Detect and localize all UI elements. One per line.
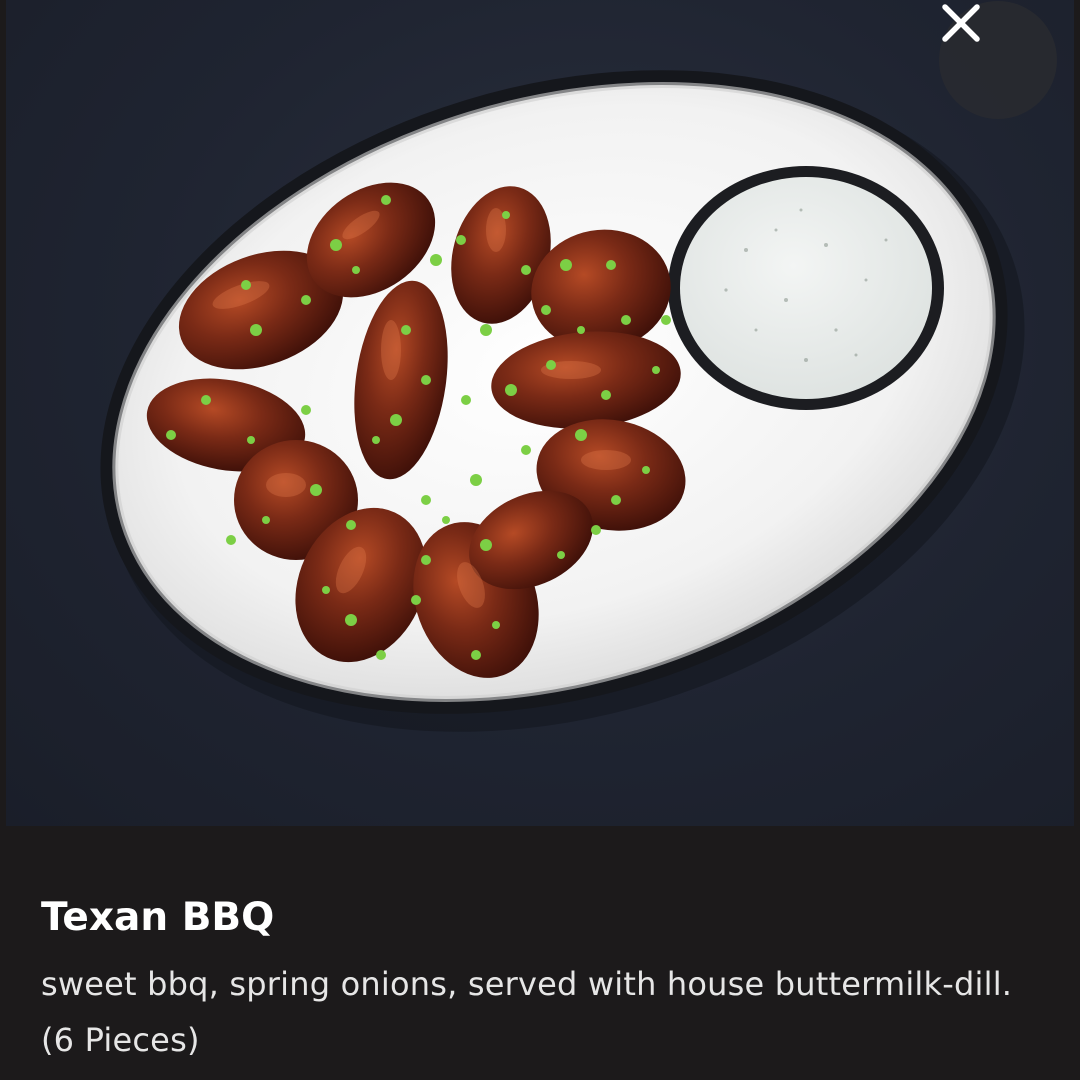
close-icon <box>942 4 980 42</box>
item-detail-dialog: Texan BBQ sweet bbq, spring onions, serv… <box>0 0 1080 1080</box>
item-title: Texan BBQ <box>41 895 275 940</box>
wings-platter-illustration <box>100 70 1025 732</box>
close-button[interactable] <box>939 1 1057 119</box>
item-description: sweet bbq, spring onions, served with ho… <box>41 965 1013 1059</box>
food-photo <box>6 0 1074 826</box>
